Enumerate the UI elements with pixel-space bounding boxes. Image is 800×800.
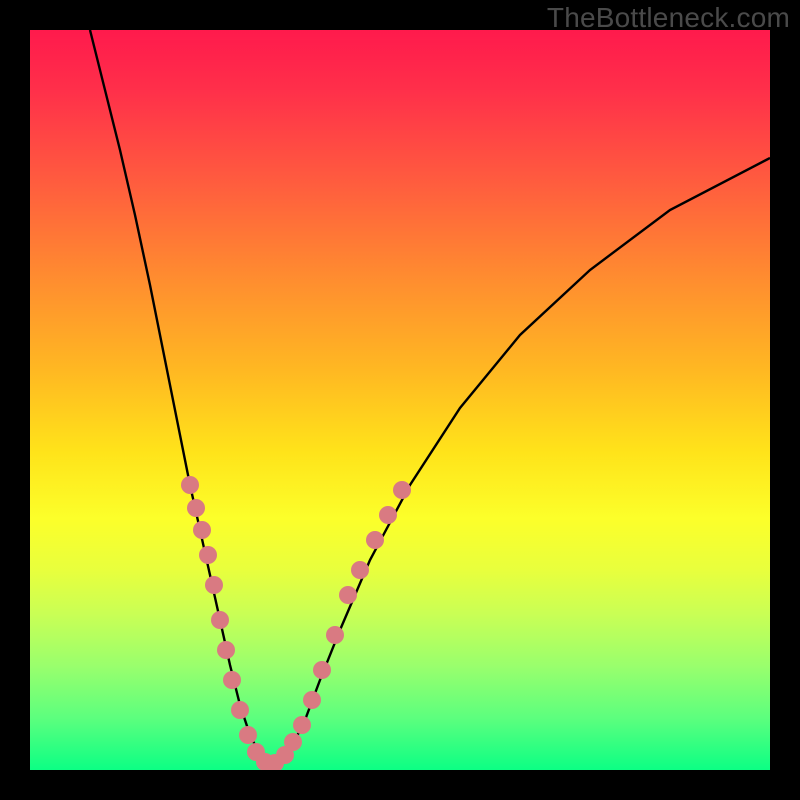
chart-frame: TheBottleneck.com xyxy=(0,0,800,800)
curve-layer xyxy=(30,30,770,770)
plot-area xyxy=(30,30,770,770)
curve-marker xyxy=(326,626,344,644)
curve-marker xyxy=(303,691,321,709)
curve-marker xyxy=(379,506,397,524)
curve-marker xyxy=(217,641,235,659)
curve-marker xyxy=(366,531,384,549)
curve-marker xyxy=(223,671,241,689)
curve-marker xyxy=(187,499,205,517)
curve-marker xyxy=(239,726,257,744)
curve-marker xyxy=(284,733,302,751)
curve-marker xyxy=(193,521,211,539)
curve-markers xyxy=(181,476,411,770)
curve-marker xyxy=(393,481,411,499)
main-curve xyxy=(90,30,770,765)
curve-marker xyxy=(181,476,199,494)
watermark-text: TheBottleneck.com xyxy=(547,2,790,34)
curve-marker xyxy=(205,576,223,594)
curve-marker xyxy=(199,546,217,564)
curve-marker xyxy=(339,586,357,604)
curve-marker xyxy=(313,661,331,679)
curve-marker xyxy=(293,716,311,734)
curve-marker xyxy=(231,701,249,719)
curve-marker xyxy=(211,611,229,629)
curve-marker xyxy=(351,561,369,579)
